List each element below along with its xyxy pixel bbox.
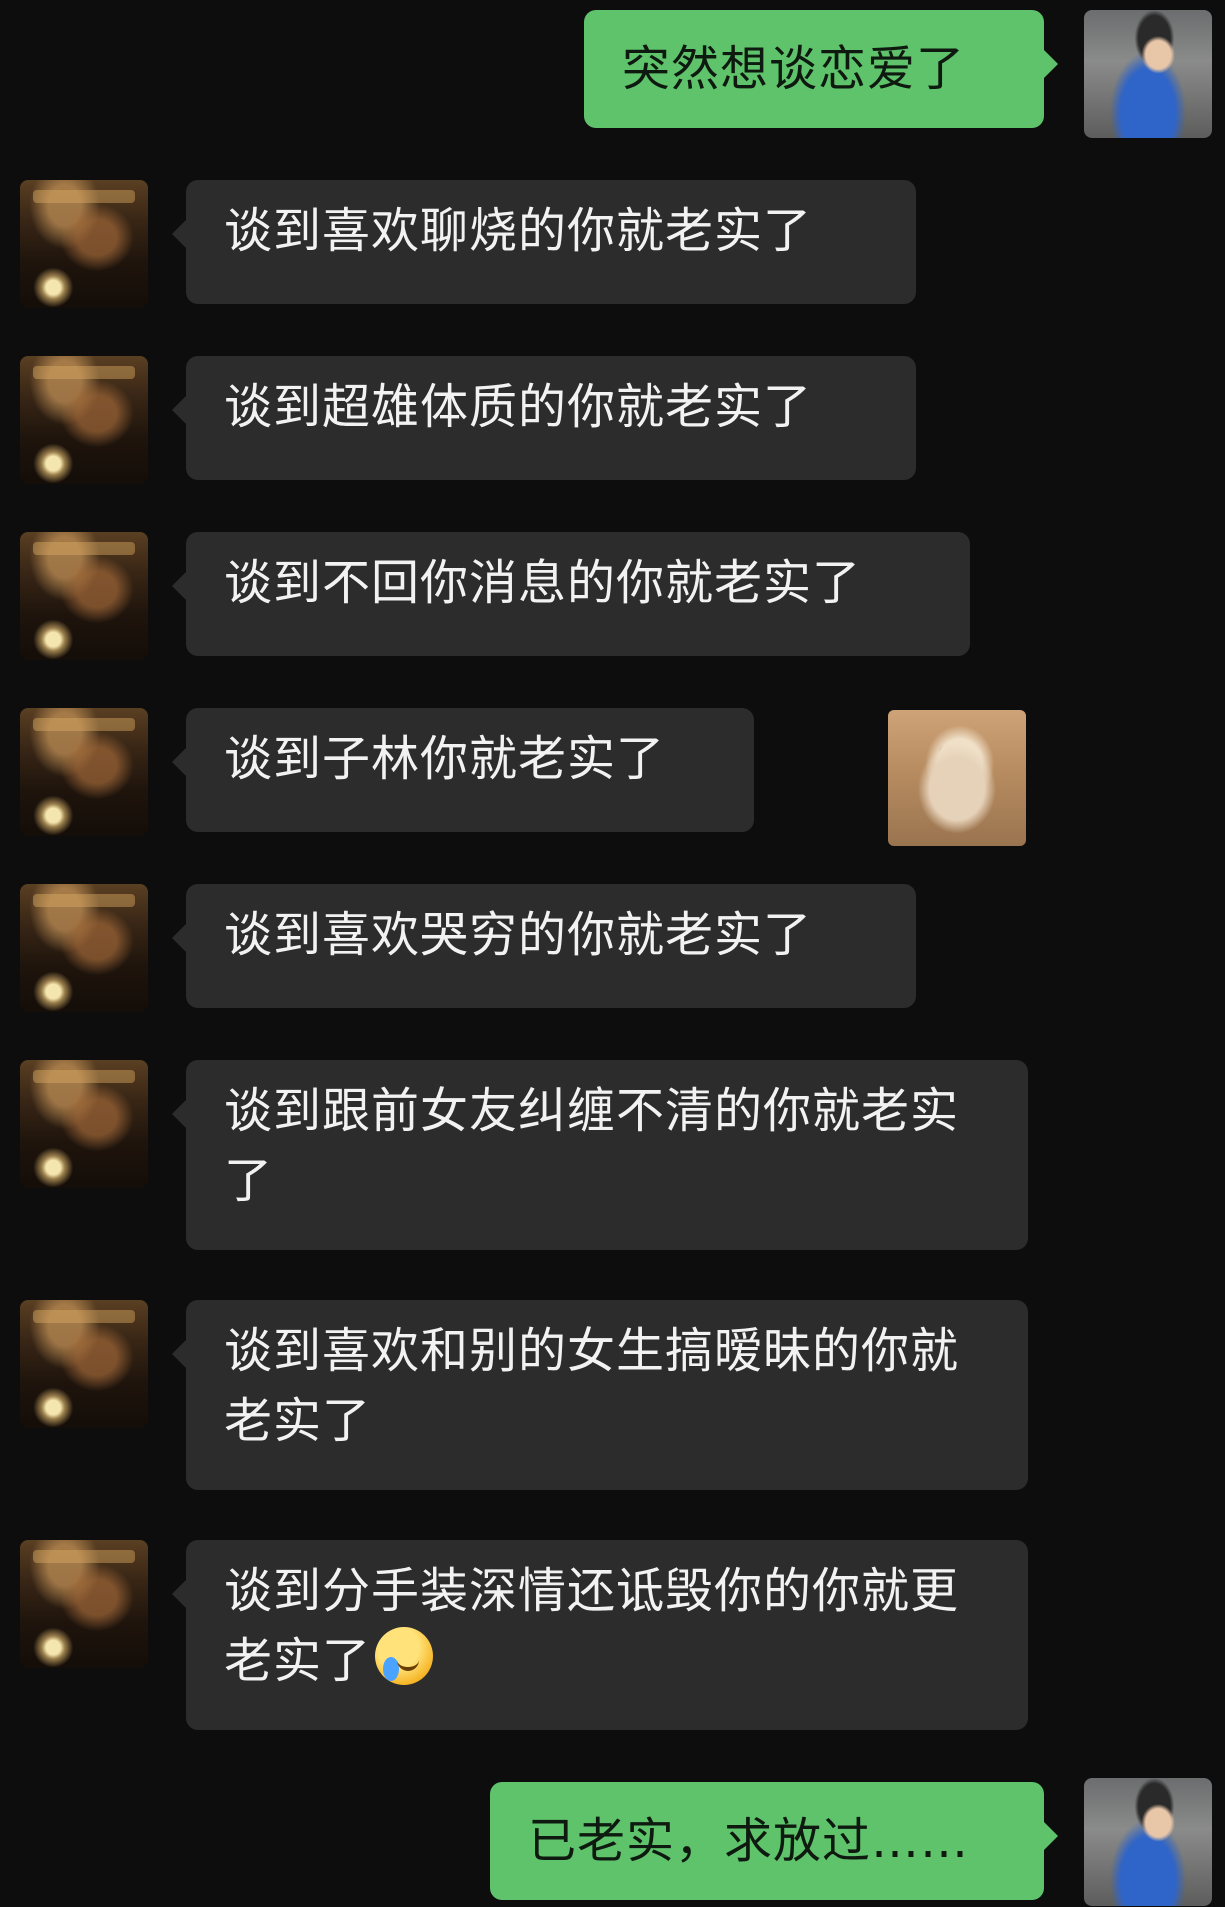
friend-avatar[interactable]: [20, 708, 148, 836]
message-text: 谈到喜欢聊烧的你就老实了: [224, 203, 813, 259]
incoming-message-bubble[interactable]: 谈到跟前女友纠缠不清的你就老实了: [172, 1060, 1028, 1250]
outgoing-message-bubble[interactable]: 突然想谈恋爱了: [584, 10, 1058, 128]
friend-avatar[interactable]: [20, 1300, 148, 1428]
message-text: 谈到跟前女友纠缠不清的你就老实了: [224, 1083, 960, 1209]
friend-avatar[interactable]: [20, 884, 148, 1012]
crying-laughing-emoji-icon: [375, 1627, 434, 1685]
friend-avatar[interactable]: [20, 1060, 148, 1188]
my-avatar[interactable]: [1084, 10, 1212, 138]
message-text: 突然想谈恋爱了: [622, 41, 966, 97]
outgoing-message-bubble[interactable]: 已老实，求放过……: [490, 1782, 1058, 1900]
friend-avatar[interactable]: [20, 180, 148, 308]
incoming-message-bubble[interactable]: 谈到喜欢哭穷的你就老实了: [172, 884, 916, 1008]
message-text: 已老实，求放过……: [528, 1813, 970, 1869]
my-avatar[interactable]: [1084, 1778, 1212, 1906]
message-text: 谈到不回你消息的你就老实了: [224, 555, 862, 611]
incoming-message-bubble[interactable]: 谈到不回你消息的你就老实了: [172, 532, 970, 656]
message-text: 谈到子林你就老实了: [224, 731, 666, 787]
message-text: 谈到分手装深情还诋毁你的你就更老实了: [224, 1563, 960, 1689]
friend-avatar[interactable]: [20, 532, 148, 660]
incoming-message-bubble[interactable]: 谈到子林你就老实了: [172, 708, 754, 832]
surprised-cat-sticker[interactable]: [888, 710, 1026, 846]
friend-avatar[interactable]: [20, 356, 148, 484]
chat-thread: 突然想谈恋爱了 谈到喜欢聊烧的你就老实了 谈到超雄体质的你就老实了 谈到不回你消…: [0, 0, 1225, 1907]
message-text: 谈到喜欢和别的女生搞暧昧的你就老实了: [224, 1323, 960, 1449]
incoming-message-bubble[interactable]: 谈到分手装深情还诋毁你的你就更老实了: [172, 1540, 1028, 1730]
friend-avatar[interactable]: [20, 1540, 148, 1668]
message-text: 谈到喜欢哭穷的你就老实了: [224, 907, 813, 963]
message-text: 谈到超雄体质的你就老实了: [224, 379, 813, 435]
incoming-message-bubble[interactable]: 谈到超雄体质的你就老实了: [172, 356, 916, 480]
incoming-message-bubble[interactable]: 谈到喜欢和别的女生搞暧昧的你就老实了: [172, 1300, 1028, 1490]
incoming-message-bubble[interactable]: 谈到喜欢聊烧的你就老实了: [172, 180, 916, 304]
